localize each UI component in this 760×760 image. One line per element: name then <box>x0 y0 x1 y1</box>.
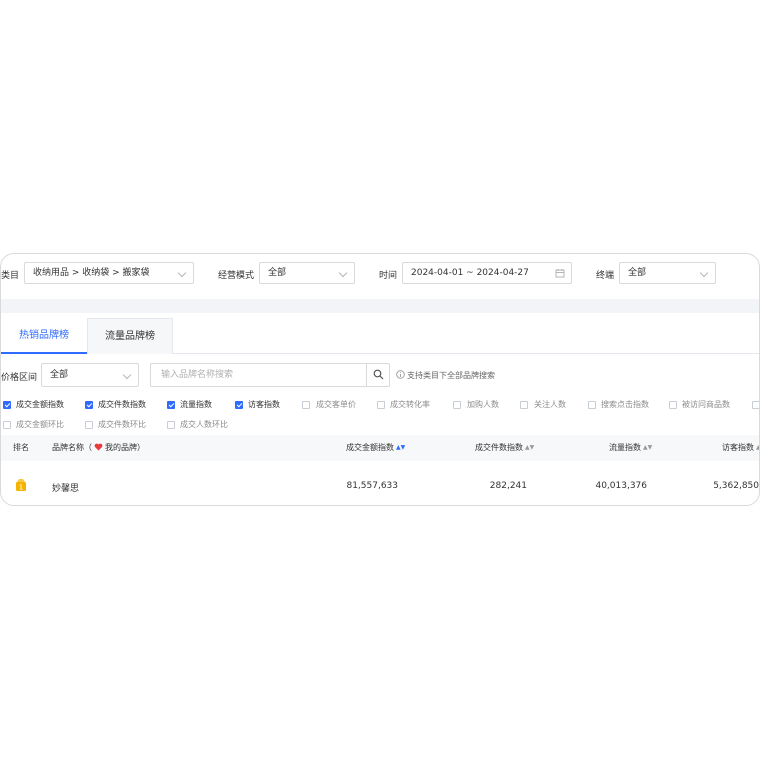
header-sales-count-text: 成交件数指数 <box>475 443 523 452</box>
price-range-label: 价格区间 <box>1 373 38 383</box>
metric-checkbox[interactable] <box>453 401 461 409</box>
gold-medal-icon: 1 <box>16 479 26 492</box>
heart-icon <box>94 443 103 451</box>
cell-sales-count: 282,241 <box>489 481 527 491</box>
metric-label: 搜索点击指数 <box>601 400 649 409</box>
chevron-down-icon <box>177 268 187 278</box>
brand-search-box[interactable]: 输入品牌名称搜索 <box>150 363 390 387</box>
metric-label: 成交人数环比 <box>180 420 228 429</box>
header-brand: 品牌名称（ 我的品牌） <box>52 442 145 453</box>
tab-hot-brands[interactable]: 热销品牌榜 <box>1 318 87 354</box>
category-select-value: 收纳用品 > 收纳袋 > 搬家袋 <box>33 268 150 278</box>
metric-label: 流量指数 <box>180 400 212 409</box>
category-label: 类目 <box>1 271 20 281</box>
metric-label: 成交客单价 <box>316 400 356 409</box>
mode-select[interactable]: 全部 <box>259 262 355 284</box>
header-traffic-text: 流量指数 <box>609 443 641 452</box>
sort-icon[interactable]: ▲▼ <box>756 444 759 451</box>
search-button[interactable] <box>366 364 389 386</box>
metric-checkbox[interactable] <box>377 401 385 409</box>
metric-checkbox[interactable] <box>167 401 175 409</box>
header-rank: 排名 <box>13 443 29 452</box>
mode-label: 经营模式 <box>218 271 255 281</box>
metric-label: 加购人数 <box>467 400 499 409</box>
sort-icon[interactable]: ▲▼ <box>396 444 405 451</box>
metric-checkbox[interactable] <box>167 421 175 429</box>
metric-checkbox[interactable] <box>669 401 677 409</box>
metric-label: 成交件数指数 <box>98 400 146 409</box>
header-sales-count[interactable]: 成交件数指数 ▲▼ <box>475 442 534 453</box>
metric-checkbox[interactable] <box>85 421 93 429</box>
metric-checkbox[interactable] <box>85 401 93 409</box>
brand-name[interactable]: 妙馨思 <box>52 481 79 494</box>
metric-checkbox[interactable] <box>302 401 310 409</box>
metric-label: 被访问商品数 <box>682 400 730 409</box>
metric-checkbox[interactable] <box>520 401 528 409</box>
terminal-select-value: 全部 <box>628 268 647 278</box>
terminal-select[interactable]: 全部 <box>619 262 716 284</box>
time-label: 时间 <box>379 271 398 281</box>
header-brand-text: 品牌名称（ <box>52 443 92 452</box>
header-sales-amount[interactable]: 成交金额指数 ▲▼ <box>346 442 405 453</box>
tab-traffic-brands[interactable]: 流量品牌榜 <box>87 318 173 354</box>
brand-search-input[interactable]: 输入品牌名称搜索 <box>161 364 233 386</box>
brand-ranking-panel: 类目 收纳用品 > 收纳袋 > 搬家袋 经营模式 全部 时间 2024-04-0… <box>0 253 760 506</box>
chevron-down-icon <box>122 370 132 380</box>
calendar-icon <box>555 269 565 278</box>
chevron-down-icon <box>699 268 709 278</box>
svg-text:1: 1 <box>19 484 23 492</box>
terminal-label: 终端 <box>596 271 615 281</box>
metric-checkbox[interactable] <box>752 401 759 409</box>
cell-traffic: 40,013,376 <box>595 481 647 491</box>
metric-checkbox[interactable] <box>588 401 596 409</box>
date-range-value: 2024-04-01 ~ 2024-04-27 <box>411 268 529 278</box>
date-range-picker[interactable]: 2024-04-01 ~ 2024-04-27 <box>402 262 572 284</box>
search-icon <box>373 369 384 380</box>
metric-label: 关注人数 <box>534 400 566 409</box>
price-range-value: 全部 <box>50 370 69 380</box>
info-icon <box>396 370 405 379</box>
header-my-brand: 我的品牌） <box>105 443 145 452</box>
header-sales-amount-text: 成交金额指数 <box>346 443 394 452</box>
sort-icon[interactable]: ▲▼ <box>643 444 652 451</box>
mode-select-value: 全部 <box>268 268 287 278</box>
metric-checkbox[interactable] <box>3 421 11 429</box>
sort-icon[interactable]: ▲▼ <box>525 444 534 451</box>
metric-label: 成交金额指数 <box>16 400 64 409</box>
metric-label: 成交转化率 <box>390 400 430 409</box>
header-visitors[interactable]: 访客指数▲▼ <box>722 442 759 453</box>
category-select[interactable]: 收纳用品 > 收纳袋 > 搬家袋 <box>24 262 194 284</box>
price-range-select[interactable]: 全部 <box>41 363 139 387</box>
cell-sales-amount: 81,557,633 <box>346 481 398 491</box>
chevron-down-icon <box>338 268 348 278</box>
divider-band <box>1 299 759 313</box>
metric-checkbox[interactable] <box>3 401 11 409</box>
metric-label: 成交件数环比 <box>98 420 146 429</box>
search-hint: 支持类目下全部品牌搜索 <box>407 371 495 380</box>
metric-label: 访客指数 <box>248 400 280 409</box>
header-visitors-text: 访客指数 <box>722 443 754 452</box>
cell-visitors: 5,362,850 <box>713 481 759 491</box>
metric-label: 成交金额环比 <box>16 420 64 429</box>
metric-checkbox[interactable] <box>235 401 243 409</box>
header-traffic[interactable]: 流量指数 ▲▼ <box>609 442 652 453</box>
